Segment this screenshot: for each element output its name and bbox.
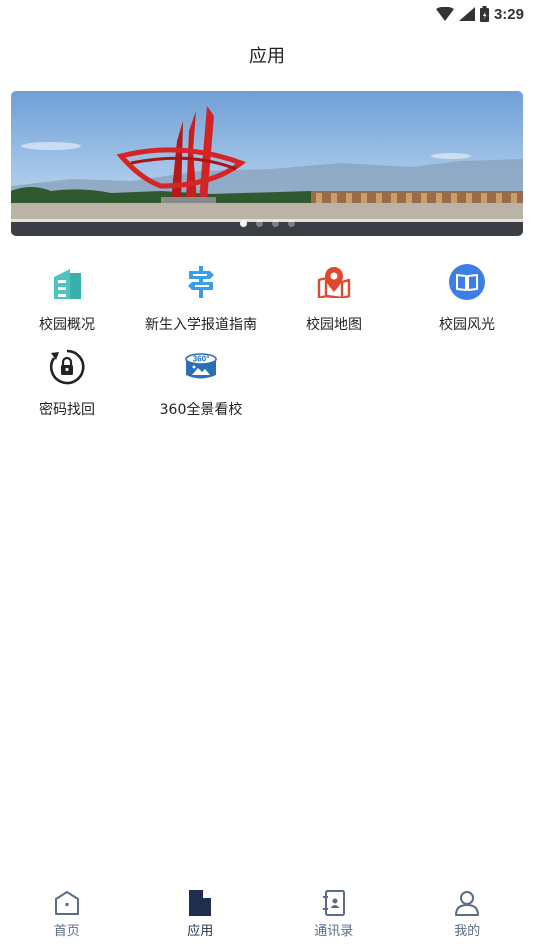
app-label: 校园概况: [39, 317, 95, 333]
status-bar: 3:29: [0, 0, 534, 28]
wifi-icon: [435, 7, 454, 21]
map-pin-icon: [314, 262, 354, 302]
nav-item-contacts[interactable]: 通讯录: [267, 888, 401, 950]
carousel-dot[interactable]: [271, 220, 279, 227]
document-icon: [134, 888, 268, 918]
lock-reset-icon: [47, 347, 87, 387]
carousel-dot[interactable]: [239, 220, 247, 227]
app-label: 新生入学报道指南: [145, 317, 257, 333]
nav-item-profile[interactable]: 我的: [401, 888, 534, 950]
app-campus-scenery[interactable]: 校园风光: [400, 262, 534, 334]
app-label: 360全景看校: [159, 402, 243, 418]
svg-text:360°: 360°: [193, 355, 210, 364]
app-campus-overview[interactable]: 校园概况: [0, 262, 134, 334]
nav-label: 应用: [187, 924, 214, 939]
app-password-recovery[interactable]: 密码找回: [0, 347, 134, 419]
carousel-dot[interactable]: [287, 220, 295, 227]
nav-item-home[interactable]: 首页: [0, 888, 134, 950]
book-icon: [447, 262, 487, 302]
carousel-indicator: [0, 220, 534, 227]
app-label: 密码找回: [39, 402, 95, 418]
signpost-icon: [181, 262, 221, 302]
contacts-icon: [267, 888, 401, 918]
banner-carousel[interactable]: [11, 91, 523, 236]
panorama-360-icon: 360°: [181, 347, 221, 387]
carousel-dot[interactable]: [255, 220, 263, 227]
app-label: 校园地图: [306, 317, 362, 333]
battery-icon: [479, 6, 489, 22]
status-time: 3:29: [493, 5, 524, 23]
nav-label: 首页: [53, 924, 80, 939]
signal-icon: [458, 7, 475, 21]
nav-item-apps[interactable]: 应用: [134, 888, 268, 950]
user-icon: [401, 888, 534, 918]
app-campus-map[interactable]: 校园地图: [267, 262, 401, 334]
home-icon: [0, 888, 134, 918]
app-label: 校园风光: [439, 317, 495, 333]
app-panorama-360[interactable]: 360° 360全景看校: [134, 347, 268, 419]
nav-label: 我的: [454, 924, 481, 939]
campus-sculpture-photo: [11, 91, 523, 236]
bottom-nav: 首页 应用 通讯录 我的: [0, 888, 534, 950]
nav-label: 通讯录: [314, 924, 354, 939]
page-title: 应用: [249, 46, 285, 67]
building-icon: [47, 262, 87, 302]
app-freshman-guide[interactable]: 新生入学报道指南: [134, 262, 268, 334]
